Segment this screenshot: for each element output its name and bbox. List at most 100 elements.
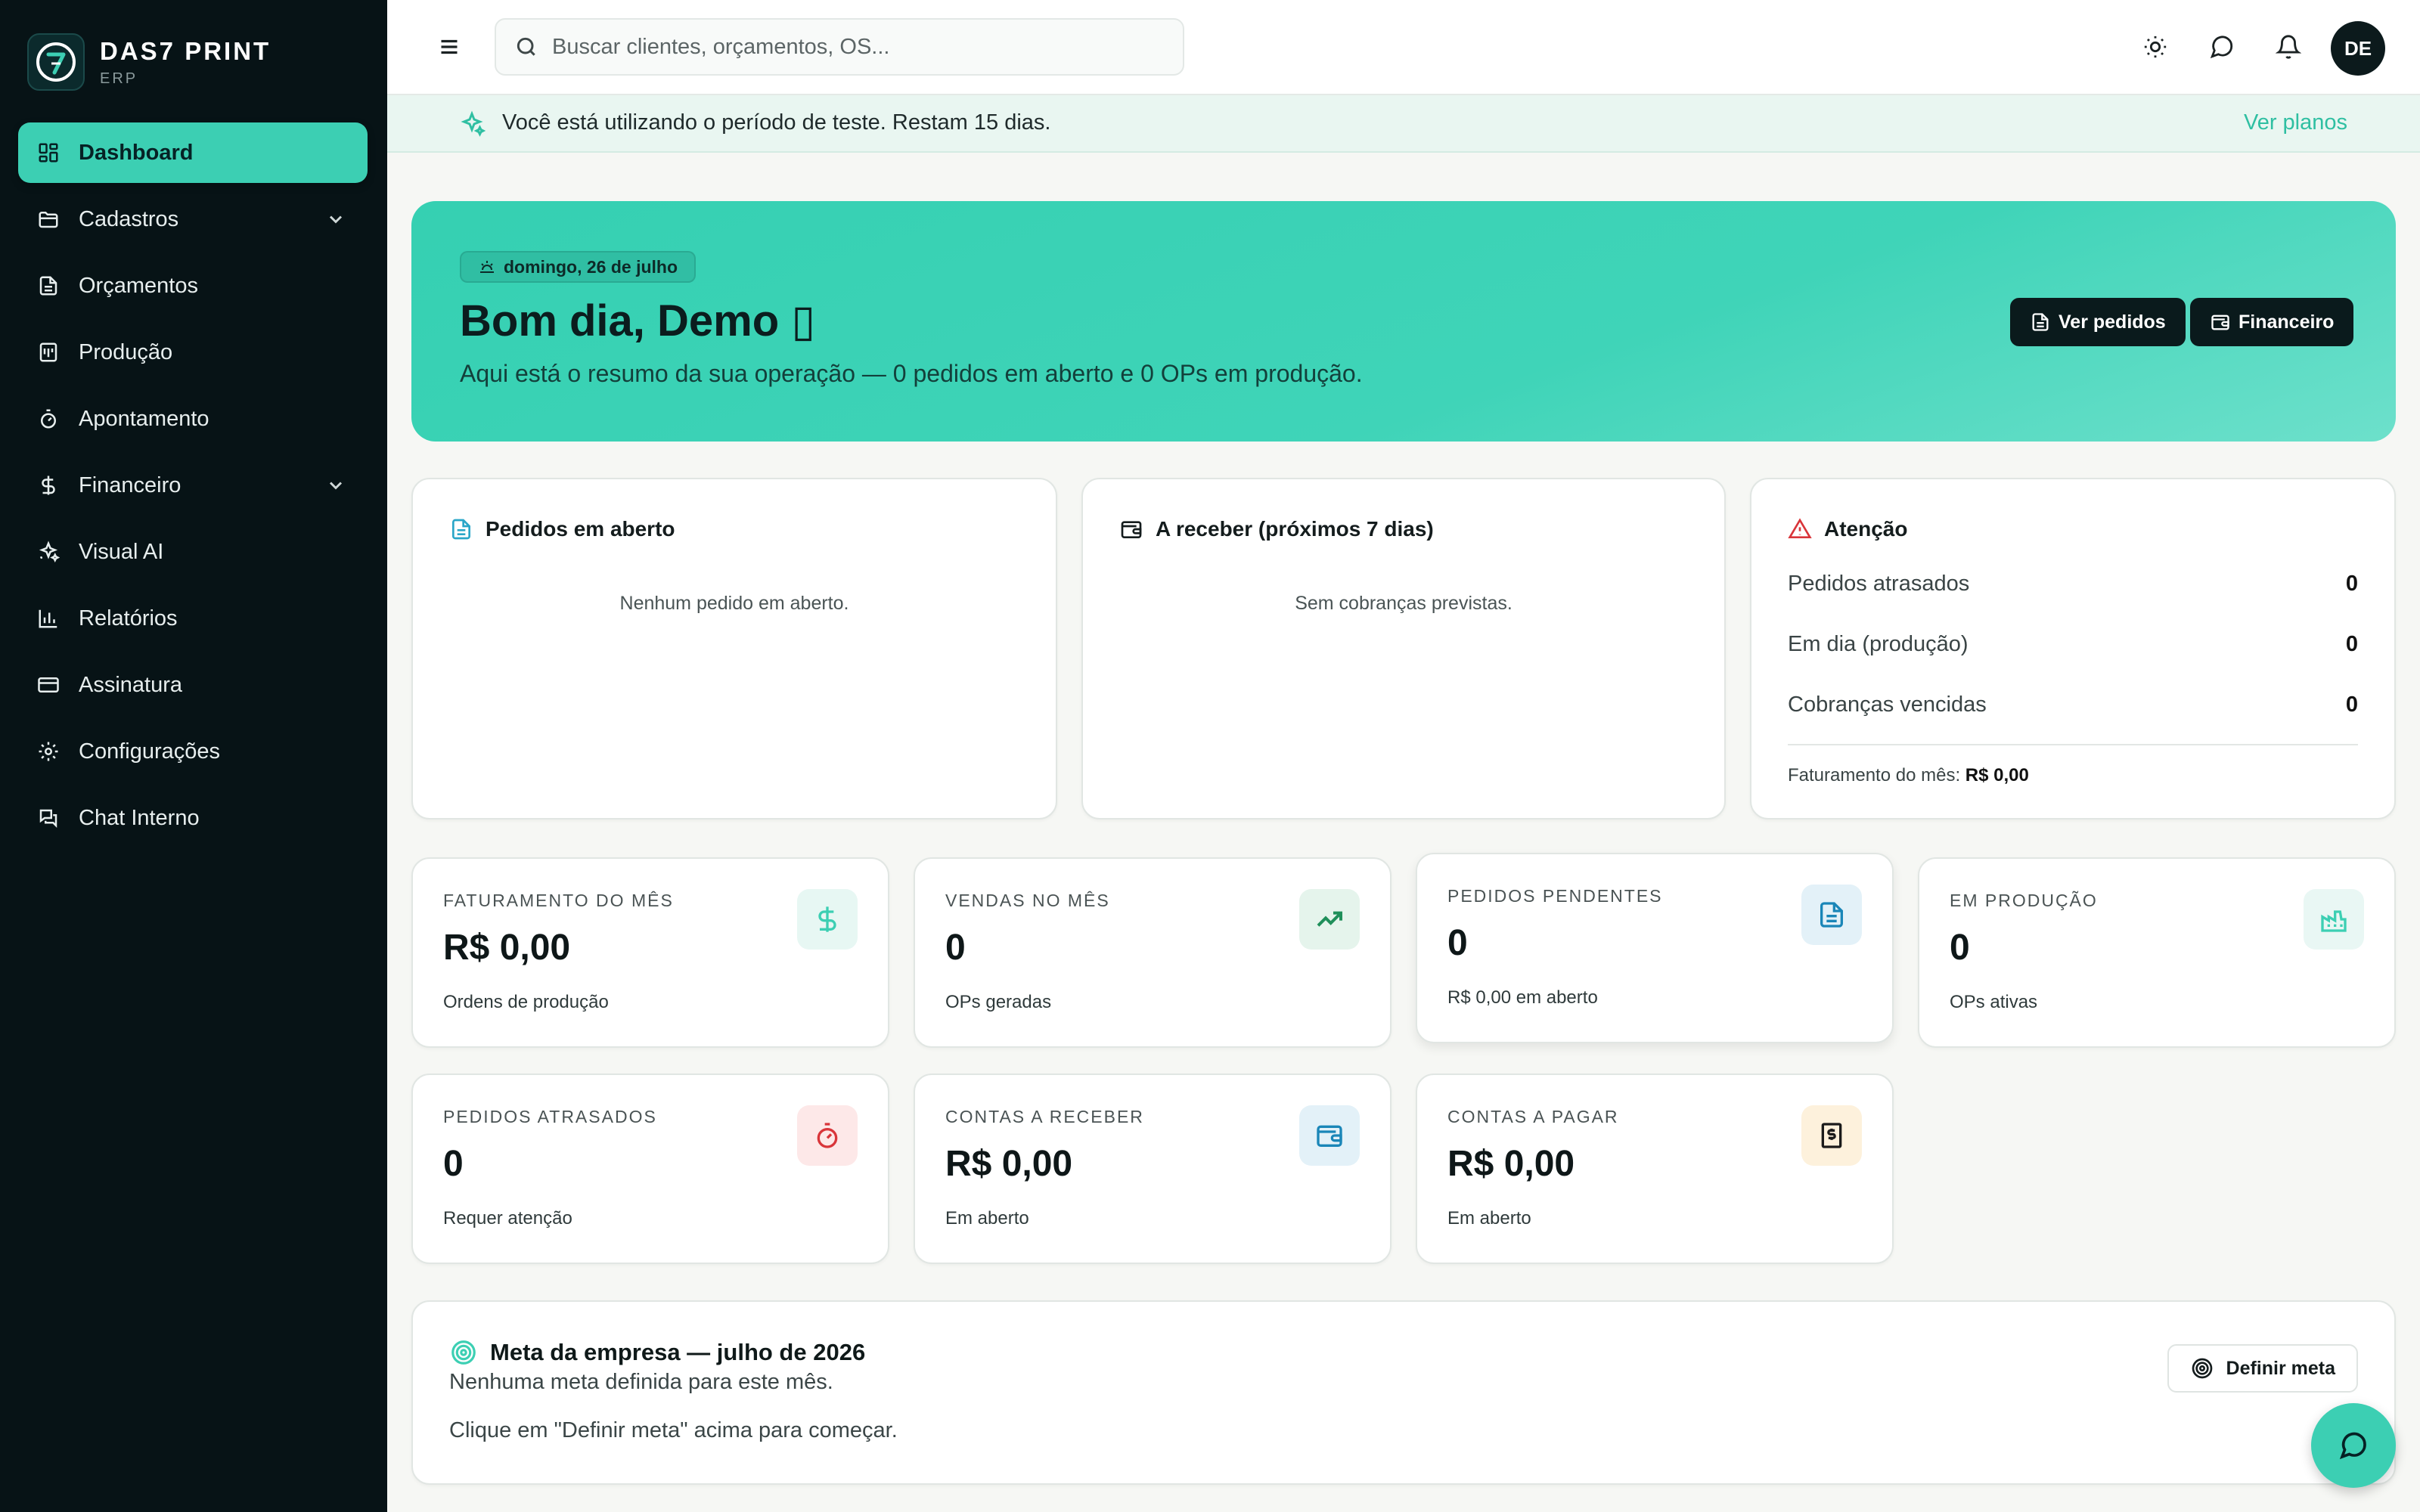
sidebar-item-label: Chat Interno xyxy=(79,805,200,830)
attention-title-text: Atenção xyxy=(1824,517,1908,541)
search-input[interactable] xyxy=(552,34,1172,60)
document-icon xyxy=(1801,885,1862,945)
sparkles-icon xyxy=(36,540,60,564)
finance-button[interactable]: Financeiro xyxy=(2190,298,2354,346)
sidebar-item-label: Configurações xyxy=(79,739,220,764)
sidebar-item-assinatura[interactable]: Assinatura xyxy=(18,655,368,715)
menu-icon[interactable] xyxy=(436,33,463,60)
sidebar-item-financeiro[interactable]: Financeiro xyxy=(18,455,368,516)
search-icon xyxy=(517,37,535,56)
attention-card: Atenção Pedidos atrasados 0 Em dia (prod… xyxy=(1750,478,2396,820)
dollar-icon xyxy=(797,889,858,950)
attention-row-label: Em dia (produção) xyxy=(1788,632,1969,656)
brand[interactable]: DAS7 PRINT ERP xyxy=(27,33,271,91)
kpi-value: 0 xyxy=(945,928,966,968)
sidebar-item-cadastros[interactable]: Cadastros xyxy=(18,189,368,249)
view-plans-link[interactable]: Ver planos xyxy=(2244,110,2347,135)
receivables-empty: Sem cobranças previstas. xyxy=(1295,593,1512,614)
kpi-card-payables[interactable]: CONTAS A PAGAR R$ 0,00 Em aberto xyxy=(1416,1074,1894,1264)
receivables-title-text: A receber (próximos 7 dias) xyxy=(1156,517,1434,541)
open-orders-title-text: Pedidos em aberto xyxy=(486,517,675,541)
sidebar-item-visual-ai[interactable]: Visual AI xyxy=(18,522,368,582)
greeting-subtitle: Aqui está o resumo da sua operação — 0 p… xyxy=(460,360,1363,387)
company-goal-card: Meta da empresa — julho de 2026 Nenhuma … xyxy=(411,1300,2396,1485)
brand-logo-icon xyxy=(27,33,85,91)
kpi-value: 0 xyxy=(443,1144,464,1184)
chat-fab-button[interactable] xyxy=(2311,1403,2396,1488)
theme-toggle-icon[interactable] xyxy=(2140,32,2170,62)
kpi-card-late-orders[interactable]: PEDIDOS ATRASADOS 0 Requer atenção xyxy=(411,1074,889,1264)
sidebar-item-relatorios[interactable]: Relatórios xyxy=(18,588,368,649)
open-orders-empty: Nenhum pedido em aberto. xyxy=(619,593,849,614)
document-icon xyxy=(452,519,470,540)
kpi-subtitle: Em aberto xyxy=(945,1208,1029,1228)
kpi-label: CONTAS A RECEBER xyxy=(945,1107,1144,1126)
sidebar-item-configuracoes[interactable]: Configurações xyxy=(18,721,368,782)
kpi-subtitle: Em aberto xyxy=(1447,1208,1531,1228)
sidebar-item-orcamentos[interactable]: Orçamentos xyxy=(18,256,368,316)
brand-subtitle: ERP xyxy=(100,70,138,87)
kpi-label: VENDAS NO MÊS xyxy=(945,891,1110,910)
kpi-value: R$ 0,00 xyxy=(443,928,571,968)
chat-icon xyxy=(36,806,60,830)
sidebar-item-label: Dashboard xyxy=(79,140,194,165)
monthly-revenue-summary: Faturamento do mês: R$ 0,00 xyxy=(1788,765,2029,786)
sidebar-nav: Dashboard Cadastros Orçamentos Produção … xyxy=(18,122,368,854)
folder-icon xyxy=(36,207,60,231)
sidebar-item-label: Financeiro xyxy=(79,472,182,497)
trending-up-icon xyxy=(1299,889,1360,950)
kpi-value: R$ 0,00 xyxy=(1447,1144,1575,1184)
bell-icon[interactable] xyxy=(2273,32,2304,62)
sparkles-icon xyxy=(461,110,486,137)
kpi-value: R$ 0,00 xyxy=(945,1144,1073,1184)
sidebar-item-dashboard[interactable]: Dashboard xyxy=(18,122,368,183)
target-icon xyxy=(451,1340,476,1365)
messages-icon[interactable] xyxy=(2207,32,2237,62)
chevron-down-icon xyxy=(329,215,343,224)
kpi-card-pending-orders[interactable]: PEDIDOS PENDENTES 0 R$ 0,00 em aberto xyxy=(1416,853,1894,1043)
sidebar-item-chat-interno[interactable]: Chat Interno xyxy=(18,788,368,848)
set-goal-button[interactable]: Definir meta xyxy=(2167,1344,2358,1393)
date-badge: domingo, 26 de julho xyxy=(460,251,696,283)
avatar[interactable]: DE xyxy=(2331,21,2385,76)
attention-row-value: 0 xyxy=(2345,632,2358,656)
sidebar-item-producao[interactable]: Produção xyxy=(18,322,368,383)
trial-message: Você está utilizando o período de teste.… xyxy=(502,110,1051,135)
sidebar-item-label: Orçamentos xyxy=(79,273,198,298)
attention-row-label: Pedidos atrasados xyxy=(1788,572,1970,596)
kpi-card-in-production[interactable]: EM PRODUÇÃO 0 OPs ativas xyxy=(1918,857,2396,1048)
bar-chart-icon xyxy=(36,606,60,631)
attention-row: Em dia (produção) 0 xyxy=(1788,632,2358,657)
monthly-revenue-value: R$ 0,00 xyxy=(1965,765,2029,785)
search-bar[interactable] xyxy=(495,18,1184,76)
kpi-value: 0 xyxy=(1950,928,1970,968)
kpi-label: PEDIDOS ATRASADOS xyxy=(443,1107,657,1126)
factory-icon xyxy=(2304,889,2364,950)
trial-banner: Você está utilizando o período de teste.… xyxy=(387,95,2420,153)
receivables-title: A receber (próximos 7 dias) xyxy=(1119,517,1434,541)
goal-subtitle: Nenhuma meta definida para este mês. xyxy=(449,1370,833,1394)
kpi-card-receivables[interactable]: CONTAS A RECEBER R$ 0,00 Em aberto xyxy=(914,1074,1392,1264)
warning-icon xyxy=(1788,518,1812,538)
kpi-label: FATURAMENTO DO MÊS xyxy=(443,891,674,910)
document-icon xyxy=(36,274,60,298)
kpi-subtitle: R$ 0,00 em aberto xyxy=(1447,987,1598,1008)
sidebar-item-label: Produção xyxy=(79,339,173,364)
receivables-card: A receber (próximos 7 dias) Sem cobrança… xyxy=(1081,478,1726,820)
open-orders-card: Pedidos em aberto Nenhum pedido em abert… xyxy=(411,478,1057,820)
sidebar-item-apontamento[interactable]: Apontamento xyxy=(18,389,368,449)
credit-card-icon xyxy=(36,673,60,697)
target-icon xyxy=(2192,1358,2212,1379)
view-orders-button[interactable]: Ver pedidos xyxy=(2010,298,2186,346)
attention-title: Atenção xyxy=(1788,517,1907,541)
monthly-revenue-label: Faturamento do mês: xyxy=(1788,765,1961,785)
greeting-title: Bom dia, Demo ▯ xyxy=(460,296,816,345)
chevron-down-icon xyxy=(329,482,343,490)
goal-hint: Clique em "Definir meta" acima para come… xyxy=(449,1418,898,1442)
goal-title: Meta da empresa — julho de 2026 xyxy=(449,1338,865,1367)
kpi-card-sales[interactable]: VENDAS NO MÊS 0 OPs geradas xyxy=(914,857,1392,1048)
wallet-icon xyxy=(2211,314,2229,330)
kpi-card-revenue[interactable]: FATURAMENTO DO MÊS R$ 0,00 Ordens de pro… xyxy=(411,857,889,1048)
attention-row: Cobranças vencidas 0 xyxy=(1788,692,2358,717)
sidebar-item-label: Relatórios xyxy=(79,606,178,631)
